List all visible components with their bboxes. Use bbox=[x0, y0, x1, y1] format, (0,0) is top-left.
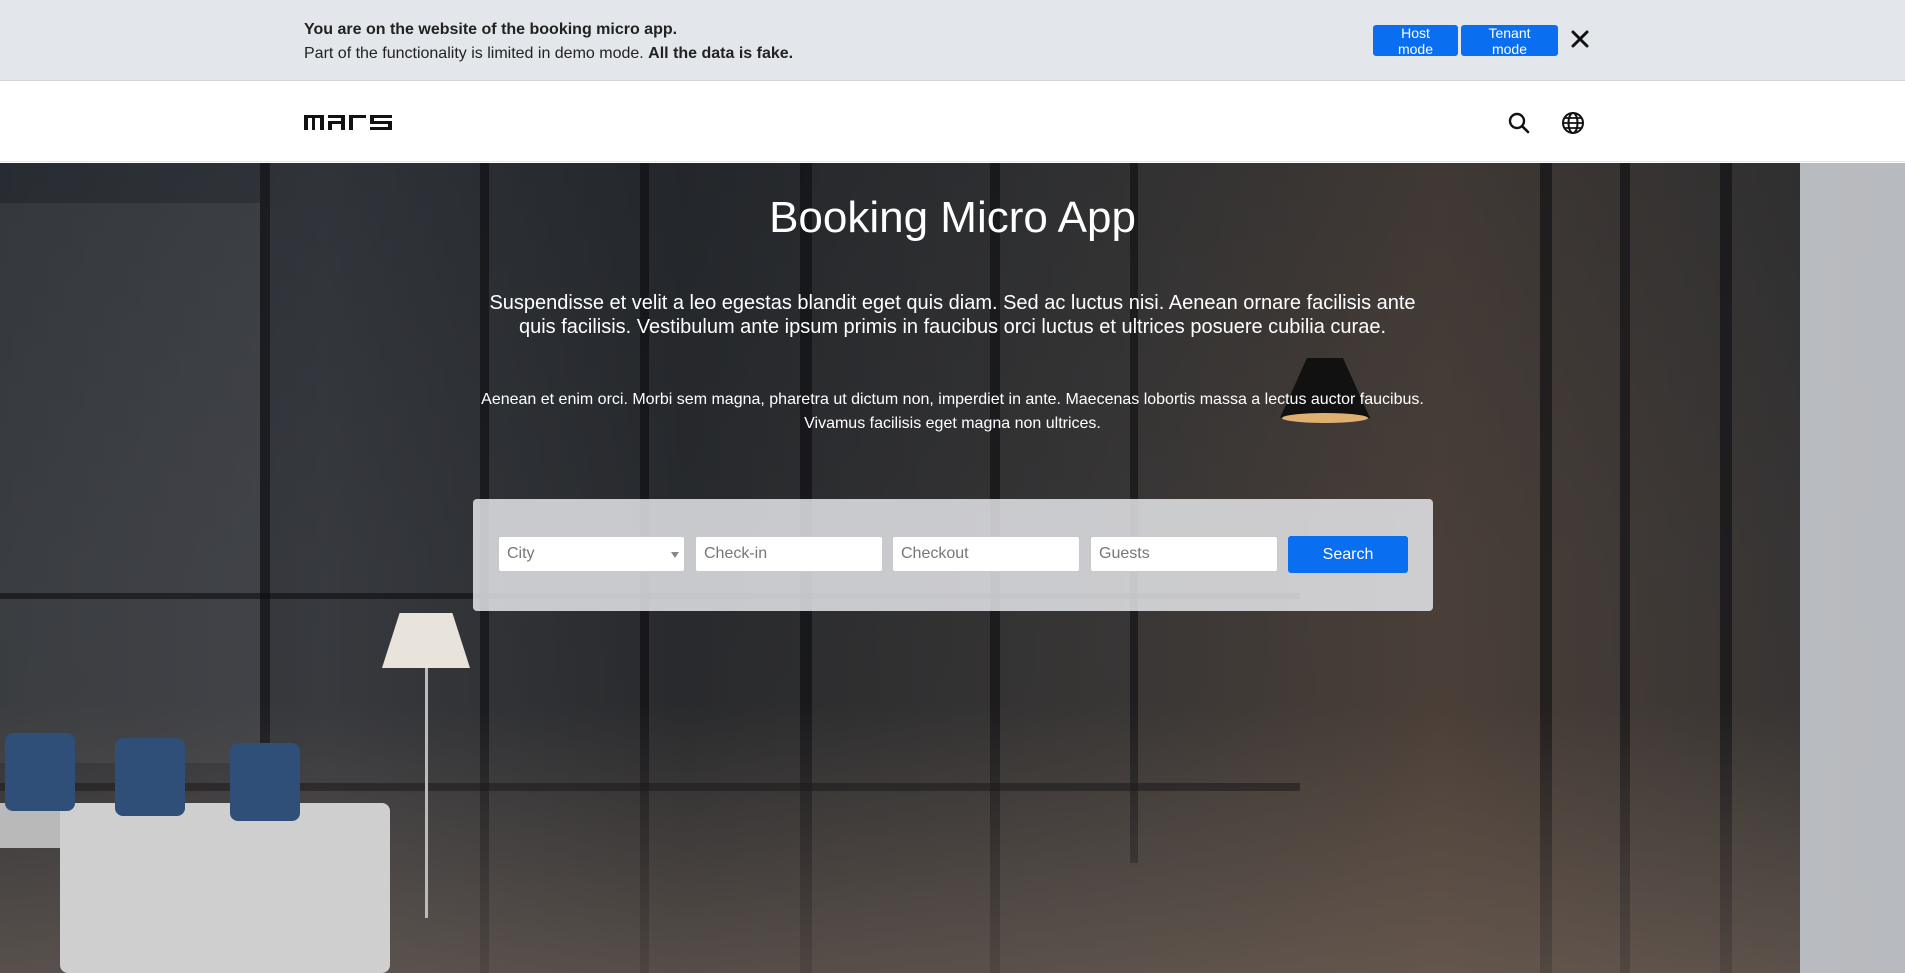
floor-lamp-pole bbox=[425, 668, 428, 918]
demo-notice-text: Part of the functionality is limited in … bbox=[304, 42, 793, 66]
checkin-input[interactable]: Check-in bbox=[695, 536, 883, 572]
cushion bbox=[5, 733, 75, 811]
city-select[interactable]: City bbox=[498, 536, 685, 572]
host-mode-button[interactable]: Host mode bbox=[1373, 25, 1458, 57]
demo-notice-title: You are on the website of the booking mi… bbox=[304, 21, 678, 38]
globe-icon[interactable] bbox=[1561, 111, 1585, 135]
demo-notice-prefix: Part of the functionality is limited in … bbox=[304, 45, 649, 62]
guests-input[interactable]: Guests bbox=[1090, 536, 1278, 572]
demo-notice-fake-data: All the data is fake. bbox=[648, 45, 794, 62]
cushion bbox=[115, 738, 185, 816]
hero-title: Booking Micro App bbox=[769, 193, 1136, 242]
chevron-down-icon bbox=[671, 552, 679, 558]
demo-banner: You are on the website of the booking mi… bbox=[0, 0, 1905, 81]
sofa bbox=[60, 803, 390, 973]
cushion bbox=[230, 743, 300, 821]
navbar bbox=[0, 82, 1905, 162]
tenant-mode-button[interactable]: Tenant mode bbox=[1461, 25, 1558, 57]
floor-lamp bbox=[382, 613, 470, 668]
search-icon[interactable] bbox=[1507, 111, 1531, 135]
checkout-input[interactable]: Checkout bbox=[892, 536, 1080, 572]
close-icon[interactable] bbox=[1568, 27, 1592, 51]
hero-description: Aenean et enim orci. Morbi sem magna, ph… bbox=[481, 391, 1424, 432]
logo[interactable] bbox=[304, 112, 392, 132]
demo-notice: You are on the website of the booking mi… bbox=[304, 18, 793, 66]
search-form: City Check-in Checkout Guests Search bbox=[473, 499, 1433, 611]
city-select-placeholder: City bbox=[507, 545, 535, 562]
search-button[interactable]: Search bbox=[1288, 536, 1408, 573]
glass-wall bbox=[0, 203, 260, 763]
hero-subtitle: Suspendisse et velit a leo egestas bland… bbox=[489, 292, 1416, 338]
